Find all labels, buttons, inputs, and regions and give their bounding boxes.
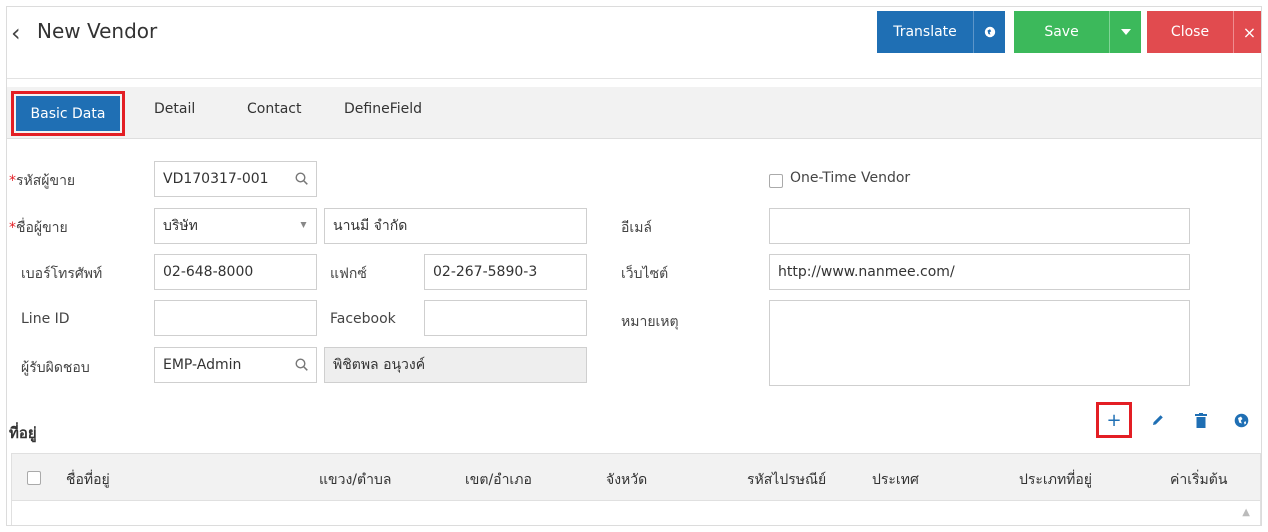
search-icon[interactable]: [295, 358, 308, 371]
owner-label: ผู้รับผิดชอบ: [21, 360, 90, 376]
caret-down-icon[interactable]: [1109, 11, 1141, 53]
translate-address-button[interactable]: [1223, 402, 1259, 438]
line-id-input[interactable]: [154, 300, 317, 336]
vendor-code-value: VD170317-001: [163, 171, 269, 187]
address-table-header: ชื่อที่อยู่ แขวง/ตำบล เขต/อำเภอ จังหวัด …: [11, 453, 1261, 501]
add-address-button[interactable]: +: [1096, 402, 1132, 438]
close-button[interactable]: Close ×: [1147, 11, 1261, 53]
phone-label: เบอร์โทรศัพท์: [21, 266, 103, 282]
edit-address-button[interactable]: [1140, 402, 1176, 438]
tab-basic-data-label: Basic Data: [16, 96, 120, 131]
owner-code-input[interactable]: EMP-Admin: [154, 347, 317, 383]
column-header-address-name[interactable]: ชื่อที่อยู่: [66, 469, 110, 491]
tab-contact[interactable]: Contact: [247, 101, 301, 117]
address-section-title: ที่อยู่: [9, 424, 37, 442]
add-icon: +: [1106, 409, 1122, 431]
select-all-checkbox[interactable]: [27, 471, 41, 485]
delete-icon: [1195, 412, 1207, 428]
website-input[interactable]: http://www.nanmee.com/: [769, 254, 1190, 290]
scroll-up-icon[interactable]: ▲: [1242, 507, 1250, 518]
chevron-left-icon[interactable]: ‹: [11, 19, 21, 47]
column-header-postal-code[interactable]: รหัสไปรษณีย์: [747, 469, 826, 491]
vendor-form-window: ‹ New Vendor Translate Save Close × Basi…: [6, 6, 1262, 526]
column-header-district[interactable]: เขต/อำเภอ: [465, 469, 532, 491]
website-value: http://www.nanmee.com/: [778, 264, 955, 280]
save-button[interactable]: Save: [1014, 11, 1141, 53]
vendor-prefix-value: บริษัท: [163, 218, 198, 234]
close-icon[interactable]: ×: [1233, 11, 1261, 53]
one-time-vendor-checkbox[interactable]: [769, 174, 783, 188]
fax-label: แฟกซ์: [330, 266, 367, 282]
vendor-name-label: *ชื่อผู้ขาย: [9, 217, 68, 239]
phone-value: 02-648-8000: [163, 264, 254, 280]
vendor-code-label-text: รหัสผู้ขาย: [16, 173, 76, 189]
close-button-label: Close: [1170, 24, 1210, 40]
edit-icon: [1153, 415, 1163, 425]
vendor-code-label: *รหัสผู้ขาย: [9, 170, 75, 192]
note-label: หมายเหตุ: [621, 314, 679, 330]
column-header-default[interactable]: ค่าเริ่มต้น: [1170, 469, 1227, 491]
column-header-province[interactable]: จังหวัด: [606, 469, 647, 491]
tab-definefield[interactable]: DefineField: [344, 101, 422, 117]
column-header-country[interactable]: ประเทศ: [872, 469, 919, 491]
column-header-address-type[interactable]: ประเภทที่อยู่: [1019, 469, 1092, 491]
vendor-code-input[interactable]: VD170317-001: [154, 161, 317, 197]
translate-button-label: Translate: [893, 24, 957, 40]
page-title: New Vendor: [37, 19, 158, 43]
tab-detail[interactable]: Detail: [154, 101, 195, 117]
save-button-label: Save: [1044, 24, 1079, 40]
note-textarea[interactable]: [769, 300, 1190, 386]
facebook-input[interactable]: [424, 300, 587, 336]
email-input[interactable]: [769, 208, 1190, 244]
caret-down-icon: [300, 222, 307, 228]
line-id-label: Line ID: [21, 311, 70, 327]
vendor-name-label-text: ชื่อผู้ขาย: [16, 220, 68, 236]
globe-icon: [1234, 413, 1248, 427]
vendor-name-value: นานมี จำกัด: [333, 218, 408, 234]
required-marker: *: [9, 220, 16, 236]
page-header: ‹ New Vendor Translate Save Close ×: [7, 7, 1261, 79]
address-table-body: ▲: [11, 501, 1261, 525]
translate-button[interactable]: Translate: [877, 11, 1005, 53]
owner-name-input: พิชิตพล อนุวงค์: [324, 347, 587, 383]
tab-basic-data[interactable]: Basic Data: [11, 91, 125, 136]
tab-bar: Basic Data Detail Contact DefineField: [7, 87, 1261, 139]
column-header-subdistrict[interactable]: แขวง/ตำบล: [319, 469, 391, 491]
required-marker: *: [9, 173, 16, 189]
fax-value: 02-267-5890-3: [433, 264, 538, 280]
owner-name-value: พิชิตพล อนุวงค์: [333, 357, 426, 373]
owner-code-value: EMP-Admin: [163, 357, 242, 373]
vendor-prefix-select[interactable]: บริษัท: [154, 208, 317, 244]
search-icon[interactable]: [295, 172, 308, 185]
phone-input[interactable]: 02-648-8000: [154, 254, 317, 290]
website-label: เว็บไซต์: [621, 266, 669, 282]
email-label: อีเมล์: [621, 220, 653, 236]
delete-address-button[interactable]: [1183, 402, 1219, 438]
fax-input[interactable]: 02-267-5890-3: [424, 254, 587, 290]
facebook-label: Facebook: [330, 311, 396, 327]
one-time-vendor-label: One-Time Vendor: [790, 170, 911, 186]
globe-icon[interactable]: [973, 11, 1005, 53]
vendor-name-input[interactable]: นานมี จำกัด: [324, 208, 587, 244]
